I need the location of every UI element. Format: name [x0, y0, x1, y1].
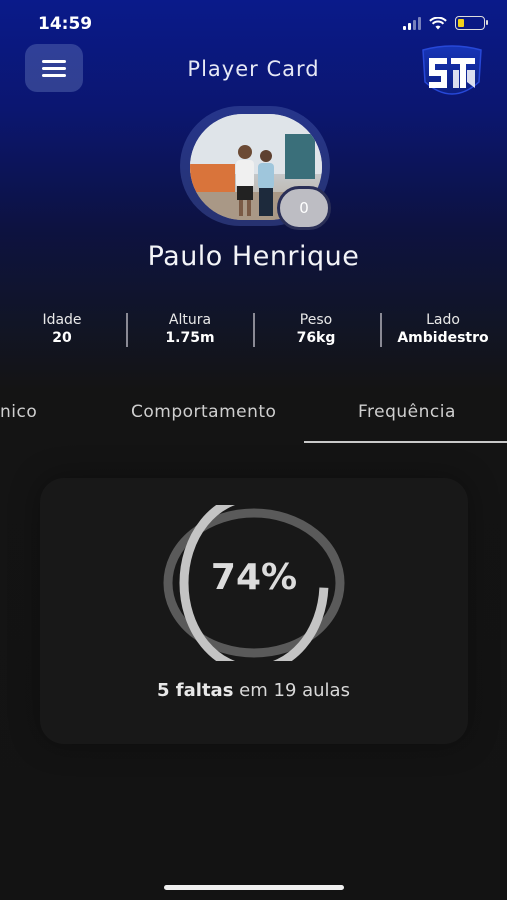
stat-divider	[126, 313, 128, 347]
stat-age: Idade 20	[2, 312, 122, 346]
stat-side: Lado Ambidestro	[383, 312, 503, 346]
status-bar: 14:59	[0, 0, 507, 48]
stat-label: Altura	[168, 312, 212, 328]
classes-count: em 19 aulas	[239, 680, 350, 701]
stat-label: Idade	[42, 312, 82, 328]
stat-value: Ambidestro	[397, 330, 489, 346]
tab-bar: nico Comportamento Frequência	[0, 380, 507, 444]
stat-label: Peso	[299, 312, 333, 328]
absences-count: 5 faltas	[157, 680, 234, 701]
player-name: Paulo Henrique	[147, 241, 360, 272]
team-logo	[422, 45, 482, 95]
stat-divider	[253, 313, 255, 347]
stat-value: 1.75m	[165, 330, 215, 346]
status-time: 14:59	[38, 14, 93, 34]
wifi-icon	[429, 16, 447, 29]
stat-weight: Peso 76kg	[256, 312, 376, 346]
cellular-signal-icon	[403, 16, 421, 30]
tab-frequencia[interactable]: Frequência	[358, 402, 456, 422]
attendance-summary: 5 faltas em 19 aulas	[0, 680, 507, 701]
status-icons	[403, 16, 488, 30]
active-tab-indicator	[304, 441, 507, 443]
stat-value: 20	[52, 330, 72, 346]
battery-icon	[455, 16, 488, 30]
tab-tecnico[interactable]: nico	[0, 402, 37, 422]
home-indicator	[164, 885, 344, 890]
player-number-badge: 0	[277, 186, 331, 230]
attendance-percent: 74%	[210, 557, 298, 598]
stat-label: Lado	[426, 312, 460, 328]
stat-divider	[380, 313, 382, 347]
stat-value: 76kg	[296, 330, 336, 346]
tab-comportamento[interactable]: Comportamento	[131, 402, 276, 422]
stat-height: Altura 1.75m	[130, 312, 250, 346]
